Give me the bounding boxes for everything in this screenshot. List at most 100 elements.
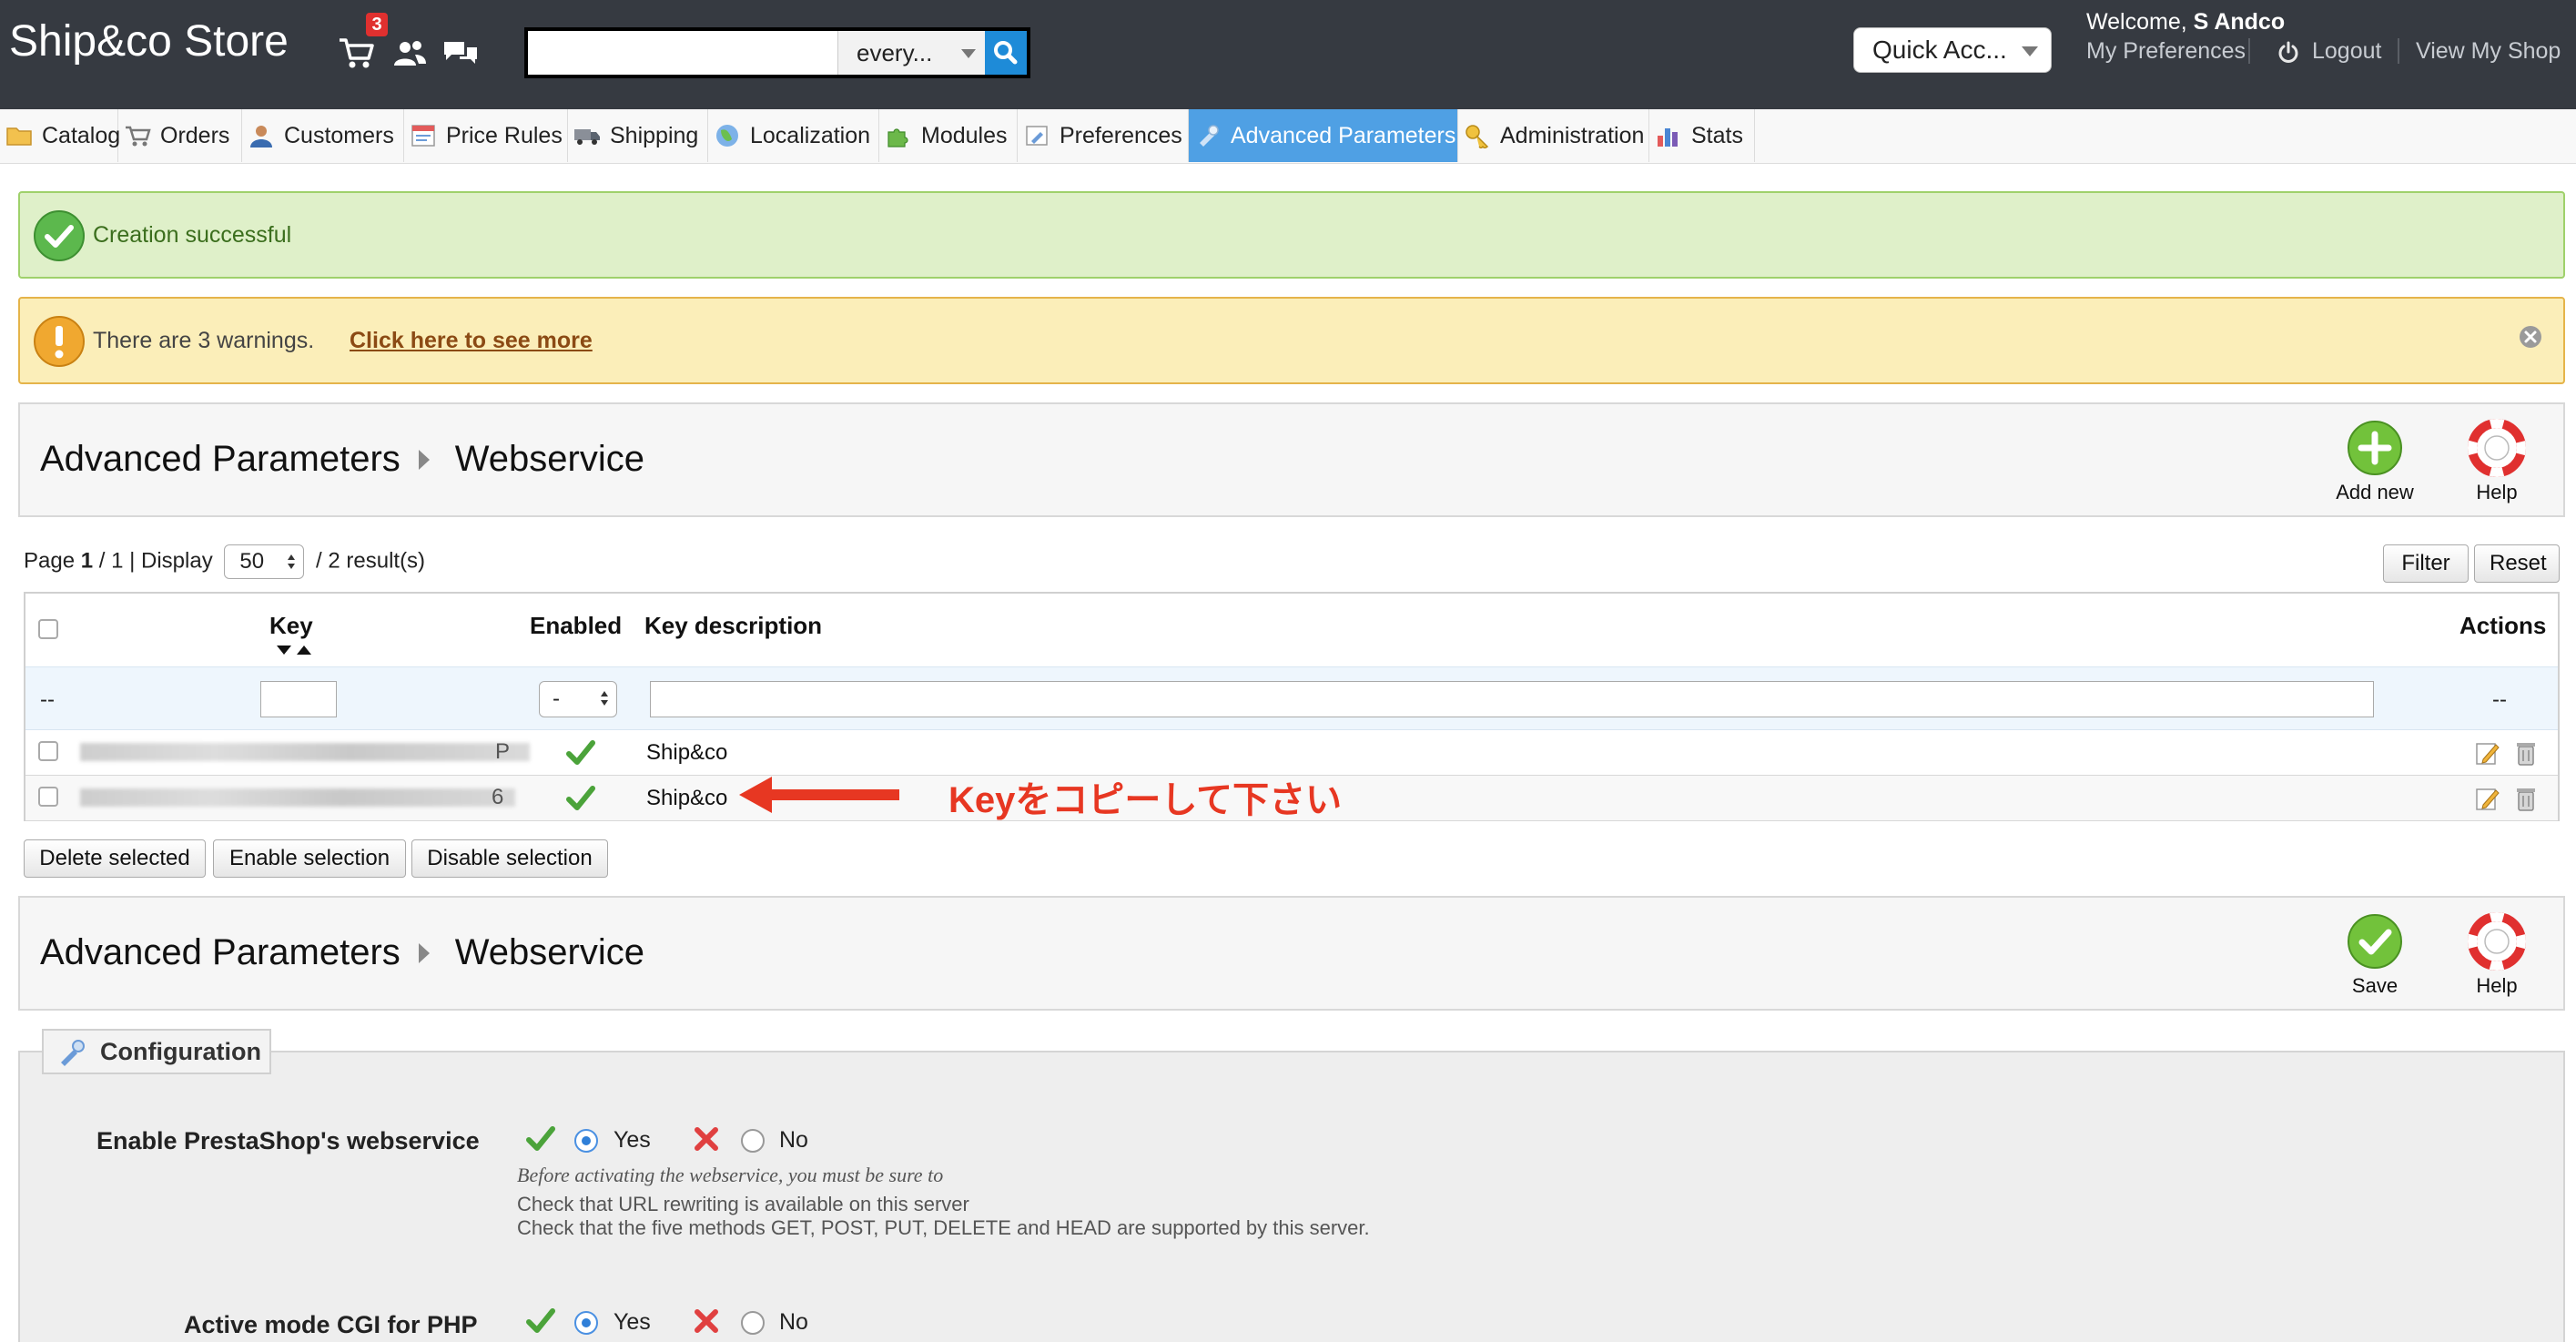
- column-header-actions: Actions: [2459, 612, 2547, 639]
- sort-arrows-icon[interactable]: [275, 643, 313, 657]
- tools-icon: [1200, 125, 1219, 147]
- menu-item-shipping[interactable]: Shipping: [568, 109, 708, 162]
- menu-label: Localization: [750, 123, 871, 148]
- per-page-select[interactable]: 50: [224, 544, 305, 579]
- delete-selected-button[interactable]: Delete selected: [24, 839, 206, 878]
- menu-item-modules[interactable]: Modules: [879, 109, 1018, 162]
- messages-icon[interactable]: [441, 35, 481, 71]
- search-icon: [994, 41, 1018, 65]
- enabled-check-icon[interactable]: [566, 785, 595, 812]
- filter-row: -- - --: [25, 666, 2558, 730]
- trash-icon[interactable]: [2512, 785, 2540, 812]
- enable-selection-button[interactable]: Enable selection: [213, 839, 406, 878]
- webservice-no-radio[interactable]: [741, 1129, 765, 1153]
- no-label[interactable]: No: [779, 1309, 808, 1336]
- help-button[interactable]: Help: [2447, 419, 2547, 510]
- menu-item-advanced-parameters[interactable]: Advanced Parameters: [1189, 109, 1458, 162]
- cgi-yes-radio[interactable]: [574, 1311, 598, 1335]
- add-new-button[interactable]: Add new: [2325, 419, 2425, 510]
- enabled-check-icon[interactable]: [566, 739, 595, 767]
- bar-chart-icon: [1658, 128, 1678, 147]
- webservice-yes-radio[interactable]: [574, 1129, 598, 1153]
- main-menu: Catalog Orders Customers Price Rules Shi…: [0, 109, 2576, 164]
- menu-item-preferences[interactable]: Preferences: [1018, 109, 1189, 162]
- warning-icon: [34, 316, 85, 367]
- breadcrumb-current: Webservice: [454, 932, 644, 972]
- enabled-filter-value: -: [553, 686, 560, 711]
- see-more-warnings-link[interactable]: Click here to see more: [350, 328, 593, 354]
- disable-selection-button[interactable]: Disable selection: [411, 839, 608, 878]
- key-filter-input[interactable]: [260, 681, 337, 717]
- search-button[interactable]: [985, 31, 1027, 75]
- trash-icon[interactable]: [2512, 739, 2540, 767]
- view-my-shop-link[interactable]: View My Shop: [2416, 38, 2561, 65]
- globe-icon: [716, 125, 738, 147]
- configuration-legend: Configuration: [42, 1029, 271, 1074]
- no-label[interactable]: No: [779, 1127, 808, 1154]
- success-alert: Creation successful: [18, 191, 2565, 279]
- cart-icon: [126, 126, 151, 147]
- yes-check-icon: [526, 1308, 555, 1333]
- checkmark-circle-icon: [34, 210, 85, 261]
- breadcrumb-arrow-icon: [418, 450, 430, 471]
- table-row[interactable]: P Ship&co: [25, 730, 2558, 776]
- menu-label: Administration: [1500, 123, 1645, 148]
- shop-name[interactable]: Ship&co Store: [9, 16, 289, 66]
- search-input[interactable]: [528, 31, 837, 75]
- annotation-text: Keyをコピーして下さい: [948, 780, 1343, 820]
- folder-icon: [6, 127, 32, 146]
- my-preferences-link[interactable]: My Preferences: [2086, 38, 2246, 65]
- filter-button[interactable]: Filter: [2383, 544, 2469, 583]
- description-filter-input[interactable]: [650, 681, 2374, 717]
- key-tail: 6: [492, 785, 504, 809]
- customers-icon[interactable]: [390, 35, 430, 71]
- http-methods-note: Check that the five methods GET, POST, P…: [517, 1216, 1370, 1239]
- cgi-no-radio[interactable]: [741, 1311, 765, 1335]
- quick-access-label: Quick Acc...: [1872, 36, 2007, 64]
- menu-label: Customers: [284, 123, 394, 148]
- total-pages: / 1 | Display: [93, 548, 219, 574]
- logout-link[interactable]: Logout: [2312, 38, 2381, 65]
- add-new-label: Add new: [2336, 481, 2414, 503]
- menu-item-localization[interactable]: Localization: [708, 109, 879, 162]
- breadcrumb-arrow-icon: [418, 943, 430, 964]
- help-button[interactable]: Help: [2447, 912, 2547, 1003]
- wrench-icon: [1026, 126, 1048, 146]
- updown-arrows-icon: [288, 554, 296, 569]
- select-all-checkbox[interactable]: [38, 619, 58, 639]
- row-checkbox[interactable]: [38, 741, 58, 761]
- edit-icon[interactable]: [2474, 785, 2501, 812]
- column-header-key[interactable]: Key: [269, 612, 313, 640]
- enabled-filter-select[interactable]: -: [539, 681, 617, 717]
- webservice-note: Before activating the webservice, you mu…: [517, 1164, 944, 1186]
- menu-item-stats[interactable]: Stats: [1649, 109, 1755, 162]
- admin-page: Ship&co Store 3 every... Quick Acc... We…: [0, 0, 2576, 1342]
- reset-button[interactable]: Reset: [2474, 544, 2560, 583]
- current-page: 1: [80, 548, 94, 574]
- help-label: Help: [2476, 481, 2518, 503]
- yes-label[interactable]: Yes: [614, 1127, 651, 1154]
- menu-item-customers[interactable]: Customers: [242, 109, 404, 162]
- menu-item-catalog[interactable]: Catalog: [0, 109, 120, 162]
- key-icon: [1465, 125, 1489, 148]
- breadcrumb-parent[interactable]: Advanced Parameters: [40, 439, 401, 479]
- search-scope-select[interactable]: every...: [837, 31, 985, 75]
- menu-item-orders[interactable]: Orders: [118, 109, 242, 162]
- menu-item-administration[interactable]: Administration: [1458, 109, 1649, 162]
- save-button[interactable]: Save: [2325, 912, 2425, 1003]
- power-icon[interactable]: [2276, 40, 2301, 66]
- menu-label: Preferences: [1060, 123, 1182, 148]
- cart-icon[interactable]: [337, 35, 377, 71]
- configuration-legend-label: Configuration: [100, 1038, 261, 1065]
- welcome-prefix: Welcome,: [2086, 9, 2194, 35]
- edit-icon[interactable]: [2474, 739, 2501, 767]
- search-scope-label: every...: [857, 39, 933, 66]
- yes-label[interactable]: Yes: [614, 1309, 651, 1336]
- quick-access-dropdown[interactable]: Quick Acc...: [1853, 27, 2052, 73]
- close-icon[interactable]: [2518, 324, 2543, 350]
- user-name: S Andco: [2193, 9, 2286, 35]
- help-label: Help: [2476, 974, 2518, 997]
- menu-item-price-rules[interactable]: Price Rules: [404, 109, 568, 162]
- row-checkbox[interactable]: [38, 787, 58, 807]
- breadcrumb-parent[interactable]: Advanced Parameters: [40, 932, 401, 972]
